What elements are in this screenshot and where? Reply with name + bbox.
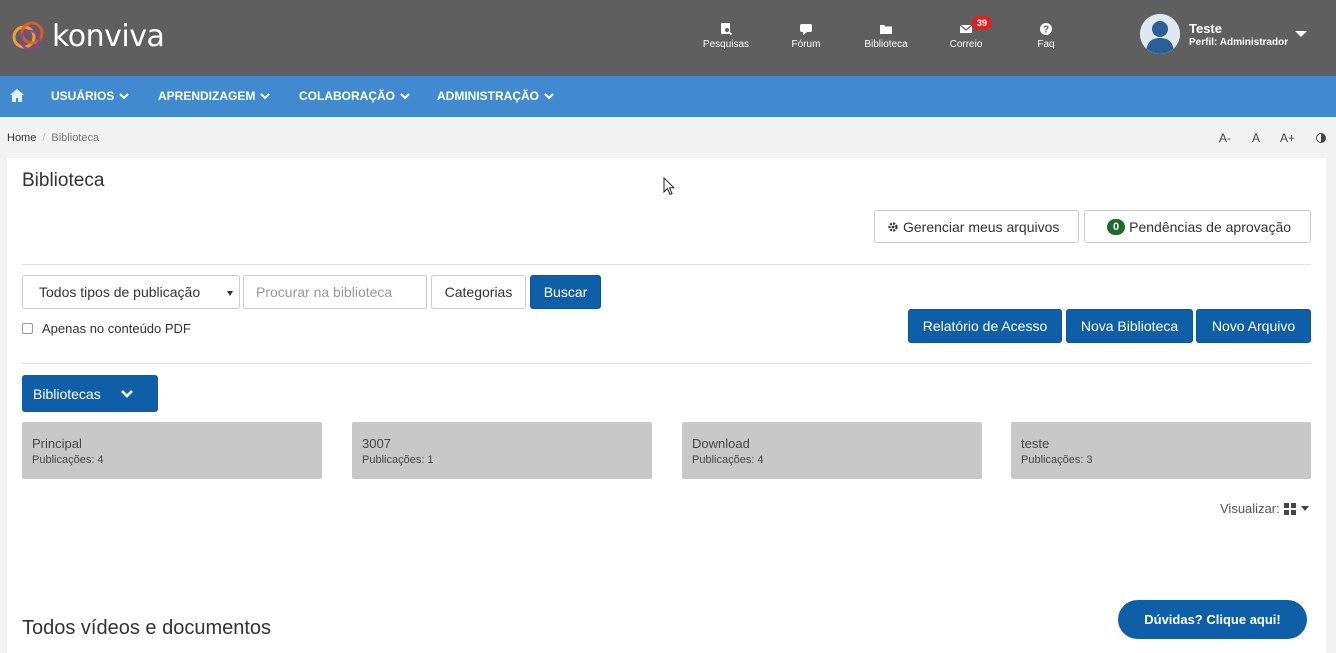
breadcrumb-current: Biblioteca <box>51 132 100 144</box>
library-name: teste <box>1021 436 1050 451</box>
user-silhouette-icon <box>1140 14 1180 54</box>
svg-text:?: ? <box>1043 25 1049 36</box>
chevron-down-icon <box>400 92 410 99</box>
pending-approvals-button[interactable]: 0 Pendências de aprovação <box>1084 210 1311 243</box>
caret-down-icon <box>1300 506 1309 511</box>
breadcrumb: Home / Biblioteca <box>7 132 99 144</box>
menu-item-usuarios[interactable]: USUÁRIOS <box>51 89 130 103</box>
comment-icon <box>800 24 812 35</box>
top-nav-biblioteca[interactable]: Biblioteca <box>856 22 916 50</box>
libraries-dropdown-label: Bibliotecas <box>33 385 101 402</box>
top-nav-pesquisas[interactable]: Pesquisas <box>696 22 756 50</box>
pdf-only-option[interactable]: Apenas no conteúdo PDF <box>22 321 191 336</box>
view-mode-label: Visualizar: <box>1220 501 1280 516</box>
menu-item-label: APRENDIZAGEM <box>158 89 256 103</box>
mail-count-badge: 39 <box>972 16 993 30</box>
menu-item-label: ADMINISTRAÇÃO <box>437 89 539 103</box>
top-nav-label: Correio <box>949 39 983 50</box>
menu-item-label: USUÁRIOS <box>51 89 115 103</box>
help-button[interactable]: Dúvidas? Clique aqui! <box>1118 600 1307 639</box>
libraries-dropdown-button[interactable]: Bibliotecas <box>22 375 158 412</box>
top-nav-label: Biblioteca <box>864 39 908 50</box>
menu-item-administracao[interactable]: ADMINISTRAÇÃO <box>437 89 554 103</box>
library-card-download[interactable]: Download Publicações: 4 <box>682 422 982 479</box>
view-mode-control[interactable]: Visualizar: <box>1220 501 1309 516</box>
mouse-cursor-icon <box>663 177 675 196</box>
library-card-principal[interactable]: Principal Publicações: 4 <box>22 422 322 479</box>
question-circle-icon: ? <box>1040 23 1052 36</box>
library-name: 3007 <box>362 436 391 451</box>
konviva-logo[interactable]: konviva <box>8 18 165 54</box>
font-normal-button[interactable]: A <box>1252 131 1260 145</box>
pending-count-badge: 0 <box>1107 218 1126 235</box>
top-header: konviva Pesquisas Fórum Biblioteca 39 Co… <box>0 0 1336 76</box>
new-file-button[interactable]: Novo Arquivo <box>1196 309 1311 343</box>
library-name: Principal <box>32 436 82 451</box>
brand-name: konviva <box>52 18 165 54</box>
library-count: Publicações: 4 <box>692 454 764 466</box>
chevron-down-icon <box>121 390 133 398</box>
library-count: Publicações: 1 <box>362 454 434 466</box>
search-button[interactable]: Buscar <box>530 275 601 309</box>
breadcrumb-separator: / <box>42 132 46 144</box>
library-count: Publicações: 4 <box>32 454 104 466</box>
chevron-down-icon <box>260 92 271 99</box>
new-library-label: Nova Biblioteca <box>1080 318 1179 334</box>
section-title: Todos vídeos e documentos <box>22 617 272 639</box>
top-nav-faq[interactable]: ? Faq <box>1016 22 1076 50</box>
manage-files-button[interactable]: Gerenciar meus arquivos <box>874 210 1079 243</box>
top-nav-forum[interactable]: Fórum <box>776 22 836 50</box>
divider <box>22 363 1311 364</box>
library-card-3007[interactable]: 3007 Publicações: 1 <box>352 422 652 479</box>
menu-item-label: COLABORAÇÃO <box>299 89 395 103</box>
page-title: Biblioteca <box>22 170 105 191</box>
caret-down-icon[interactable] <box>1295 31 1307 37</box>
folder-icon <box>880 25 892 34</box>
library-name: Download <box>692 436 750 451</box>
library-search-input[interactable] <box>243 275 427 309</box>
gear-icon <box>888 221 898 232</box>
chevron-down-icon <box>119 92 130 99</box>
main-menu: USUÁRIOS APRENDIZAGEM COLABORAÇÃO ADMINI… <box>0 76 1336 117</box>
pending-approvals-label: Pendências de aprovação <box>1129 218 1292 235</box>
pdf-only-checkbox[interactable] <box>22 323 33 334</box>
chevron-down-icon <box>544 92 554 99</box>
caret-down-icon <box>227 291 233 296</box>
library-card-teste[interactable]: teste Publicações: 3 <box>1011 422 1311 479</box>
top-nav-label: Fórum <box>791 39 821 50</box>
grid-view-icon <box>1283 502 1296 515</box>
menu-item-colaboracao[interactable]: COLABORAÇÃO <box>299 89 410 103</box>
search-survey-icon <box>721 23 733 36</box>
user-info: Teste Perfil: Administrador <box>1189 21 1288 48</box>
search-button-label: Buscar <box>543 284 588 300</box>
top-nav-correio[interactable]: 39 Correio <box>936 16 996 50</box>
new-library-button[interactable]: Nova Biblioteca <box>1066 309 1193 343</box>
user-role: Perfil: Administrador <box>1189 36 1289 48</box>
library-count: Publicações: 3 <box>1021 454 1093 466</box>
pdf-only-label: Apenas no conteúdo PDF <box>42 321 191 336</box>
user-menu[interactable]: Teste Perfil: Administrador <box>1140 14 1307 54</box>
manage-files-label: Gerenciar meus arquivos <box>903 218 1060 235</box>
new-file-label: Novo Arquivo <box>1211 318 1296 334</box>
top-nav-label: Faq <box>1037 39 1055 50</box>
font-decrease-button[interactable]: A- <box>1219 131 1231 145</box>
menu-item-aprendizagem[interactable]: APRENDIZAGEM <box>158 89 271 103</box>
categories-label: Categorias <box>444 284 513 300</box>
publication-type-value: Todos tipos de publicação <box>39 284 201 300</box>
access-report-button[interactable]: Relatório de Acesso <box>908 309 1062 343</box>
avatar <box>1140 14 1180 54</box>
konviva-logo-icon <box>12 21 44 51</box>
home-icon[interactable] <box>9 88 25 103</box>
font-increase-button[interactable]: A+ <box>1280 131 1295 145</box>
user-name: Teste <box>1189 20 1222 36</box>
breadcrumb-home-link[interactable]: Home <box>7 132 36 144</box>
top-nav-label: Pesquisas <box>702 39 750 50</box>
envelope-icon <box>959 24 973 33</box>
divider <box>22 264 1311 265</box>
contrast-icon[interactable] <box>1316 133 1326 143</box>
access-report-label: Relatório de Acesso <box>922 318 1048 334</box>
categories-button[interactable]: Categorias <box>431 275 526 309</box>
publication-type-select[interactable]: Todos tipos de publicação <box>22 275 240 309</box>
